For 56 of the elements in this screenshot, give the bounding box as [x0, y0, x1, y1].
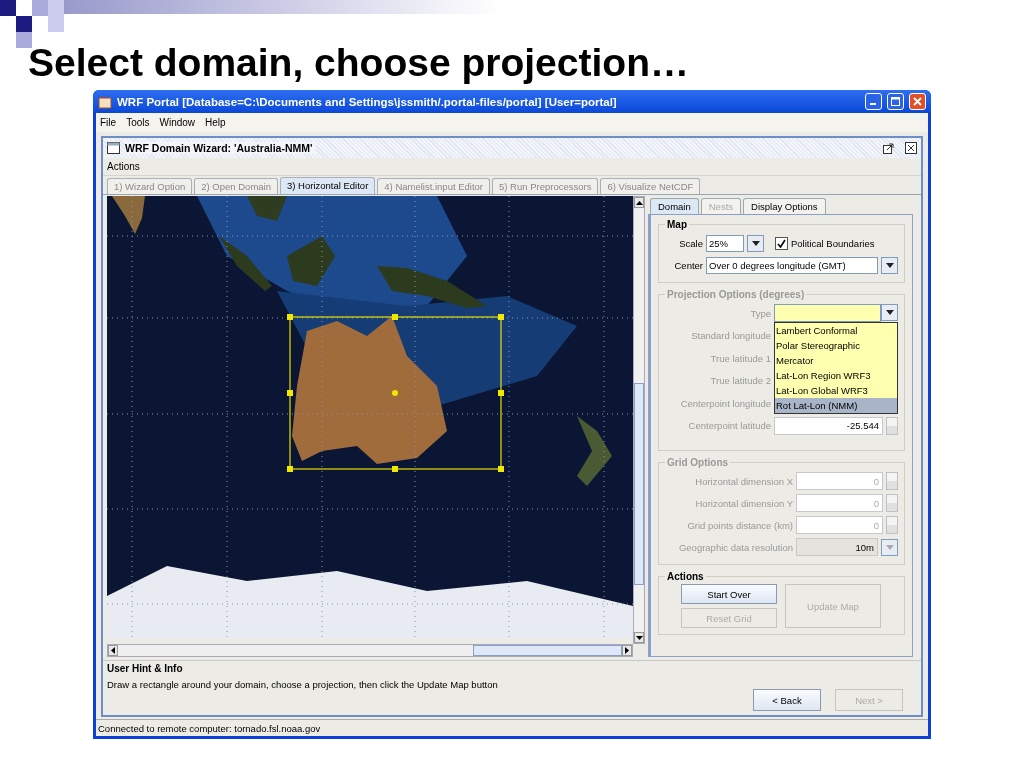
scroll-down-button[interactable] — [634, 632, 644, 643]
scale-dropdown[interactable]: 25% — [706, 234, 744, 252]
menu-item[interactable]: File — [100, 117, 117, 128]
app-icon — [98, 94, 112, 109]
field-label: Geographic data resolution — [677, 541, 793, 553]
group-title: Map — [666, 219, 688, 230]
field-label: Centerpoint longitude — [679, 397, 771, 409]
close-icon — [913, 97, 922, 106]
field-label: Horizontal dimension X — [694, 475, 793, 487]
field-label: Grid points distance (km) — [686, 519, 793, 531]
maximize-icon — [891, 97, 900, 106]
scroll-left-button[interactable] — [108, 645, 118, 656]
checkbox-label: Political Boundaries — [791, 237, 875, 249]
group-title: Grid Options — [666, 457, 730, 468]
menu-item[interactable]: Actions — [107, 161, 140, 172]
domain-rectangle[interactable] — [287, 314, 504, 472]
field-label: Scale — [678, 237, 703, 249]
wizard-step-tab[interactable]: 3) Horizontal Editor — [280, 177, 376, 194]
field-label: Standard longitude — [690, 330, 771, 342]
menu-item[interactable]: Help — [205, 117, 226, 128]
maximize-button[interactable] — [887, 93, 904, 110]
field-label: Centerpoint latitude — [687, 420, 771, 432]
checkbox[interactable] — [775, 236, 788, 250]
minimize-button[interactable] — [865, 93, 882, 110]
scroll-right-button[interactable] — [622, 645, 632, 656]
group-title: Actions — [666, 571, 705, 582]
close-icon[interactable] — [905, 142, 917, 154]
status-bar: Connected to remote computer: tornado.fsl.noaa.gov — [96, 719, 928, 736]
vertical-scrollbar[interactable] — [633, 196, 645, 644]
nav-button[interactable]: < Back — [753, 689, 821, 711]
scroll-up-button[interactable] — [634, 197, 644, 208]
panel-tab[interactable]: Display Options — [743, 198, 826, 214]
horizontal-scrollbar[interactable] — [107, 644, 633, 657]
menu-item[interactable]: Tools — [126, 117, 150, 128]
slide-title: Select domain, choose projection… — [28, 40, 689, 86]
window-title: WRF Portal [Database=C:\Documents and Settings\jssmith/.portal-files/portal] [User=portal] — [117, 95, 618, 108]
field-label: True latitude 1 — [709, 352, 771, 364]
action-button[interactable]: Start Over — [681, 584, 777, 604]
dropdown-arrow-button[interactable] — [881, 256, 898, 274]
close-button[interactable] — [909, 93, 926, 110]
center-dropdown[interactable]: Over 0 degrees longitude (GMT) — [706, 256, 878, 274]
group-title: Projection Options (degrees) — [666, 289, 806, 300]
group-title: User Hint & Info — [107, 663, 184, 674]
menu-item[interactable]: Window — [159, 117, 196, 128]
hint-text: Draw a rectangle around your domain, choose a projection, then click the Update Map button — [107, 679, 498, 690]
scroll-thumb[interactable] — [634, 383, 644, 585]
field-label: Horizontal dimension Y — [694, 497, 793, 509]
field-label: Type — [749, 307, 771, 319]
field-label: Center — [673, 259, 703, 271]
restore-icon[interactable] — [883, 142, 894, 154]
dropdown-arrow-button[interactable] — [747, 234, 764, 252]
field-label: True latitude 2 — [709, 375, 771, 387]
scroll-thumb[interactable] — [472, 645, 623, 656]
panel-tab[interactable]: Domain — [650, 198, 699, 214]
window-icon — [107, 142, 120, 154]
wizard-title: WRF Domain Wizard: 'Australia-NMM' — [125, 142, 317, 154]
